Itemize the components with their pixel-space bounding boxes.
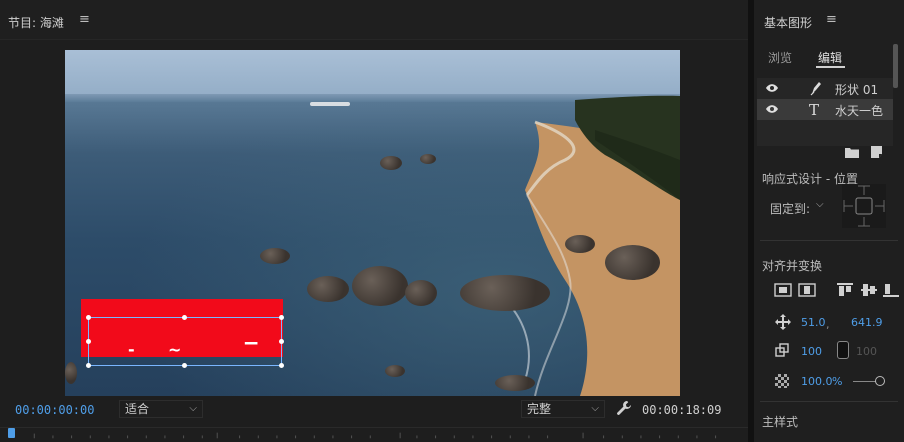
playhead-marker[interactable]: [8, 428, 15, 438]
text-layer-selection-box[interactable]: [88, 317, 282, 366]
panel-menu-icon[interactable]: ≡: [826, 12, 837, 27]
pin-position-widget[interactable]: [842, 184, 886, 228]
link-scale-toggle-icon[interactable]: [837, 341, 849, 359]
position-separator: ,: [826, 318, 830, 331]
time-ruler[interactable]: [0, 427, 748, 442]
resize-handle[interactable]: [279, 339, 284, 344]
scale-value[interactable]: 100: [801, 345, 822, 358]
align-bottom-icon[interactable]: [882, 282, 900, 298]
align-middle-icon[interactable]: [860, 282, 878, 298]
tab-browse[interactable]: 浏览: [768, 49, 792, 66]
rock: [405, 280, 437, 306]
rock: [605, 245, 660, 280]
rock: [495, 375, 535, 391]
rock: [420, 154, 436, 164]
chevron-down-icon: ⌵: [816, 199, 824, 210]
rock: [307, 276, 349, 302]
tab-edit[interactable]: 编辑: [818, 49, 842, 66]
opacity-slider-track[interactable]: [853, 381, 877, 382]
active-tab-indicator: [816, 66, 845, 68]
pin-to-select[interactable]: 固定到:: [770, 200, 810, 217]
divider: [760, 240, 898, 241]
eye-icon[interactable]: [765, 82, 779, 94]
rock: [352, 266, 408, 306]
essential-graphics-panel: 基本图形 ≡ 浏览 编辑 形状 01 T 水天一色 响应式设计 - 位置 固定到…: [754, 0, 904, 442]
playback-resolution-value: 完整: [527, 402, 552, 416]
resize-handle[interactable]: [182, 315, 187, 320]
rock: [380, 156, 402, 170]
zoom-level-value: 适合: [125, 402, 150, 416]
monitor-title[interactable]: 节目: 海滩: [8, 14, 64, 31]
eye-icon[interactable]: [765, 103, 779, 115]
divider: [760, 401, 898, 402]
duration-timecode: 00:00:18:09: [642, 403, 722, 417]
layer-name: 形状 01: [835, 83, 879, 97]
playback-resolution-select[interactable]: 完整 ⌵: [521, 400, 605, 418]
scale-linked-value: 100: [856, 345, 877, 358]
playhead-timecode[interactable]: 00:00:00:00: [15, 403, 94, 417]
align-transform-label: 对齐并变换: [762, 259, 823, 273]
resize-handle[interactable]: [86, 315, 91, 320]
panel-title[interactable]: 基本图形: [764, 14, 812, 31]
new-layer-icon[interactable]: [871, 146, 882, 158]
opacity-value[interactable]: 100.0: [801, 375, 833, 388]
pen-icon: [810, 82, 821, 96]
layer-row-shape[interactable]: 形状 01: [757, 78, 893, 99]
opacity-slider-knob[interactable]: [875, 376, 885, 386]
resize-handle[interactable]: [86, 339, 91, 344]
position-move-icon: [775, 314, 791, 330]
master-style-label: 主样式: [762, 415, 799, 429]
text-icon: T: [809, 101, 820, 119]
resize-handle[interactable]: [86, 363, 91, 368]
position-y-value[interactable]: 641.9: [851, 316, 883, 329]
new-group-folder-icon[interactable]: [845, 147, 859, 158]
opacity-unit: %: [832, 375, 843, 388]
rock: [565, 235, 595, 253]
panel-menu-icon[interactable]: ≡: [79, 12, 90, 27]
position-x-value[interactable]: 51.0: [801, 316, 826, 329]
layer-list: 形状 01 T 水天一色: [757, 78, 893, 146]
align-top-icon[interactable]: [836, 282, 854, 298]
scrollbar[interactable]: [893, 44, 898, 88]
resize-handle[interactable]: [279, 363, 284, 368]
rock: [260, 248, 290, 264]
layer-name: 水天一色: [835, 104, 884, 118]
scale-icon: [775, 343, 789, 357]
wrench-icon[interactable]: [616, 400, 632, 416]
rock: [460, 275, 550, 311]
layer-row-text[interactable]: T 水天一色: [757, 99, 893, 120]
chevron-down-icon: ⌵: [591, 403, 599, 414]
rock: [65, 362, 77, 384]
resize-handle[interactable]: [279, 315, 284, 320]
align-horizontal-center-icon[interactable]: [774, 282, 792, 298]
monitor-controls: 00:00:00:00 适合 ⌵ 完整 ⌵ 00:00:18:09: [0, 396, 748, 442]
zoom-level-select[interactable]: 适合 ⌵: [119, 400, 203, 418]
opacity-checker-icon: [775, 374, 789, 388]
chevron-down-icon: ⌵: [189, 403, 197, 414]
resize-handle[interactable]: [182, 363, 187, 368]
rock: [385, 365, 405, 377]
program-monitor-panel: 节目: 海滩 ≡ - ~ ▔ 00:00:00:00 适合 ⌵ 完整 ⌵ 00:…: [0, 0, 748, 442]
monitor-tab-bar: 节目: 海滩 ≡: [0, 0, 748, 40]
align-vertical-center-icon[interactable]: [798, 282, 816, 298]
